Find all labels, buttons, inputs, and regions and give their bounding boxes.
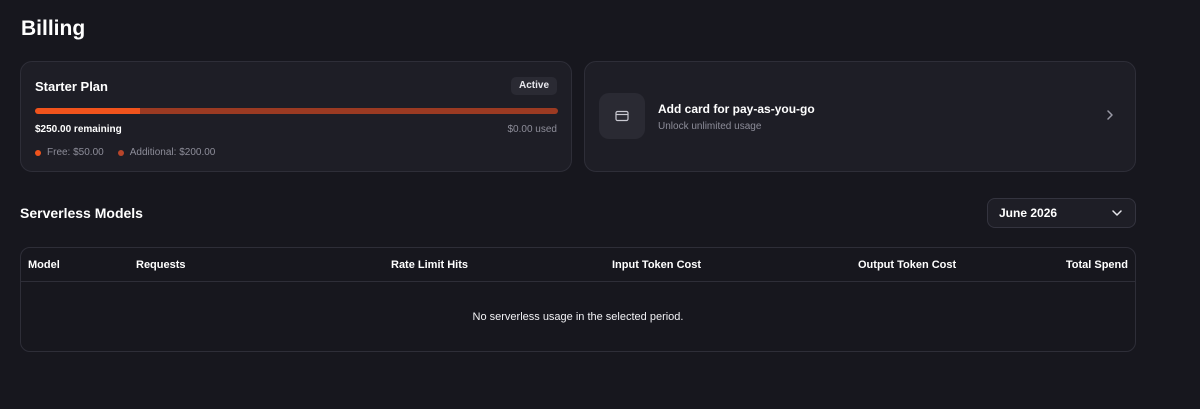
column-header-model[interactable]: Model xyxy=(28,259,60,271)
empty-state-message: No serverless usage in the selected peri… xyxy=(472,311,684,323)
period-select[interactable]: June 2026 xyxy=(987,198,1136,228)
chevron-right-icon xyxy=(1107,110,1113,120)
legend-dot-additional xyxy=(117,149,124,156)
legend-label-free: Free: $50.00 xyxy=(47,147,104,158)
plan-card: Starter Plan Active $250.00 remaining $0… xyxy=(20,61,572,172)
remaining-amount: $250.00 remaining xyxy=(35,124,122,135)
add-card-subtitle: Unlock unlimited usage xyxy=(658,121,762,132)
serverless-usage-table: Model Requests Rate Limit Hits Input Tok… xyxy=(20,247,1136,352)
chevron-down-icon xyxy=(1112,210,1122,216)
used-amount: $0.00 used xyxy=(507,124,558,135)
column-header-requests[interactable]: Requests xyxy=(136,259,186,271)
usage-bar-free-segment xyxy=(35,108,140,114)
usage-legend: Free: $50.00 Additional: $200.00 xyxy=(35,147,215,158)
section-title-serverless: Serverless Models xyxy=(20,205,143,221)
legend-item-additional: Additional: $200.00 xyxy=(117,147,216,158)
page-title: Billing xyxy=(21,17,86,40)
credit-card-icon-box xyxy=(599,93,645,139)
column-header-input-token-cost[interactable]: Input Token Cost xyxy=(612,259,701,271)
table-header: Model Requests Rate Limit Hits Input Tok… xyxy=(21,248,1135,282)
column-header-rate-limit-hits[interactable]: Rate Limit Hits xyxy=(391,259,468,271)
column-header-total-spend[interactable]: Total Spend xyxy=(1066,259,1128,271)
column-header-output-token-cost[interactable]: Output Token Cost xyxy=(858,259,956,271)
period-select-value: June 2026 xyxy=(999,206,1058,220)
credit-card-icon xyxy=(615,110,629,122)
legend-label-additional: Additional: $200.00 xyxy=(129,147,216,158)
status-badge: Active xyxy=(510,77,557,95)
usage-bar xyxy=(35,108,558,114)
legend-dot-free xyxy=(35,149,41,156)
legend-item-free: Free: $50.00 xyxy=(35,147,104,158)
plan-name: Starter Plan xyxy=(35,79,108,94)
add-card-button[interactable]: Add card for pay-as-you-go Unlock unlimi… xyxy=(584,61,1136,172)
add-card-title: Add card for pay-as-you-go xyxy=(658,102,815,116)
